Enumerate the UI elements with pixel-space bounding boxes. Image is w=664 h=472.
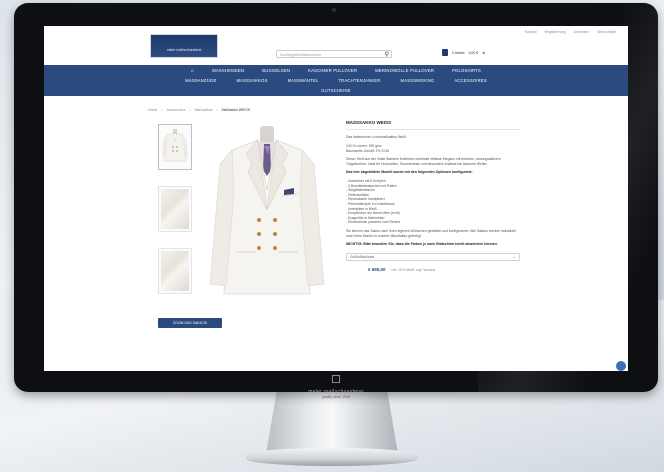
top-links: Kontakt Registrierung Anmelden Wunschlis… (525, 30, 616, 34)
desk-scene: Kontakt Registrierung Anmelden Wunschlis… (0, 0, 664, 472)
jacket-thumbnail-image (162, 129, 188, 162)
nav-item-kaschmir[interactable]: KASCHMIR PULLOVER (308, 68, 357, 74)
breadcrumb-accessoires[interactable]: Accessoires (167, 108, 186, 112)
options-list: - Zweireiher mit 6 Knöpfen - 2 Brustleis… (346, 179, 520, 225)
breadcrumb-separator: › (189, 108, 191, 112)
breadcrumb-separator: › (216, 108, 218, 112)
nav-item-masssakkos[interactable]: MASSSAKKOS (236, 78, 267, 83)
nav-item-masshemden[interactable]: MASSHEMDEN (212, 68, 244, 74)
search-placeholder: Suchbegriff/Artikelnummer (280, 52, 322, 57)
fabric-swatch-image (161, 189, 189, 229)
webcam (332, 8, 336, 12)
configurator-note: Sie können das Sakko nach Ihren eigenen … (346, 228, 516, 238)
nav-item-merinowolle[interactable]: MERINOWOLLE PULLOVER (375, 68, 434, 74)
logo-text: meler maßschneiderei (166, 48, 202, 52)
nav-row-3: GUTSCHEINE (44, 88, 628, 93)
nav-row-1: ⌂ MASSHEMDEN BUGGELSEN KASCHMIR PULLOVER… (44, 68, 628, 74)
monitor: Kontakt Registrierung Anmelden Wunschlis… (14, 3, 658, 399)
product-title: MASSSAKKO WEISS (346, 120, 392, 125)
breadcrumb-masssakkos[interactable]: Maßsakkos (195, 108, 213, 112)
brand-mark-icon (332, 375, 340, 383)
thumbnail-fabric-2[interactable] (158, 248, 192, 294)
product-main-image[interactable] (202, 124, 332, 304)
divider (346, 129, 520, 130)
chevron-down-icon: ⌄ (512, 253, 516, 259)
nav-row-2: MASSANZÜGE MASSSAKKOS MASSMÄNTEL TRACHTE… (44, 78, 628, 83)
zoom-button[interactable]: ZOOM DAS SAKKOS (158, 318, 222, 328)
cart-summary[interactable]: 0 Artikel 0,00 € ⊗ (442, 49, 485, 56)
site-logo[interactable]: meler maßschneiderei (150, 34, 218, 58)
spec-line: Baumwolle-Gehalt: 2% 2016 (346, 148, 389, 153)
nav-item-accessoires[interactable]: ACCESSOIRES (454, 78, 486, 83)
nav-item-massanzuege[interactable]: MASSANZÜGE (185, 78, 216, 83)
monitor-stand-base (246, 448, 418, 466)
nav-item-gutscheine[interactable]: GUTSCHEINE (321, 88, 350, 93)
important-note: WICHTIG: Bitte beachten Sie, dass die Fa… (346, 242, 498, 247)
breadcrumb-separator: › (161, 108, 163, 112)
breadcrumb-current: Maßsakko WEISS (221, 108, 251, 112)
monitor-stand-neck (266, 392, 398, 454)
search-input[interactable]: Suchbegriff/Artikelnummer ⚲ (276, 50, 392, 58)
vat-note: inkl. 19 % MwSt. zzgl. Versand (391, 267, 436, 272)
thumbnail-jacket[interactable] (158, 124, 192, 170)
nav-item-poloshirts[interactable]: POLOSHIRTS (452, 68, 481, 74)
nav-item-trachtenjanker[interactable]: TRACHTENJANKER (338, 78, 380, 83)
website-screen: Kontakt Registrierung Anmelden Wunschlis… (44, 26, 628, 371)
thumbnail-fabric-1[interactable] (158, 186, 192, 232)
breadcrumb-home[interactable]: Home (148, 108, 157, 112)
top-link-contact[interactable]: Kontakt (525, 30, 537, 34)
product-price: € 695,00 (368, 266, 386, 272)
chin-tagline: quality since 1938 (321, 395, 351, 399)
configuration-heading: Das hier abgebildete Modell wurde mit de… (346, 170, 473, 175)
nav-item-masssmoking[interactable]: MASSSMOKING (401, 78, 435, 83)
chat-widget-icon[interactable] (616, 361, 626, 371)
top-link-register[interactable]: Registrierung (545, 30, 566, 34)
size-select-label: Größe/Maßwahl (350, 255, 375, 260)
size-select[interactable]: Größe/Maßwahl ⌄ (346, 252, 520, 261)
price-row: € 695,00 inkl. 19 % MwSt. zzgl. Versand (346, 267, 520, 272)
product-subtitle: Das italienische Luxusmaßsakko Weiß (346, 135, 407, 139)
product-details: MASSSAKKO WEISS Das italienische Luxusma… (346, 120, 520, 272)
top-link-login[interactable]: Anmelden (573, 30, 589, 34)
cart-total: 0,00 € (468, 50, 479, 55)
nav-item-buggelsen[interactable]: BUGGELSEN (262, 68, 290, 74)
fabric-swatch-image (161, 251, 189, 291)
product-description: Dieser Stoff aus der Vitale Barberis Kol… (346, 157, 501, 166)
main-navigation: ⌂ MASSHEMDEN BUGGELSEN KASCHMIR PULLOVER… (44, 65, 628, 96)
top-link-wishlist[interactable]: Wunschliste (597, 30, 616, 34)
nav-item-massmaentel[interactable]: MASSMÄNTEL (288, 78, 319, 83)
monitor-chin-logo: meler maßschneiderei quality since 1938 (14, 371, 658, 399)
cart-count: 0 Artikel (452, 50, 465, 55)
option-item: - Einstecktuch passend zum Revers (346, 220, 401, 225)
breadcrumb: Home › Accessoires › Maßsakkos › Maßsakk… (148, 108, 250, 112)
cart-remove-icon[interactable]: ⊗ (482, 51, 485, 55)
shopping-bag-icon (442, 49, 448, 56)
home-icon[interactable]: ⌂ (191, 68, 194, 74)
search-icon[interactable]: ⚲ (385, 51, 389, 58)
